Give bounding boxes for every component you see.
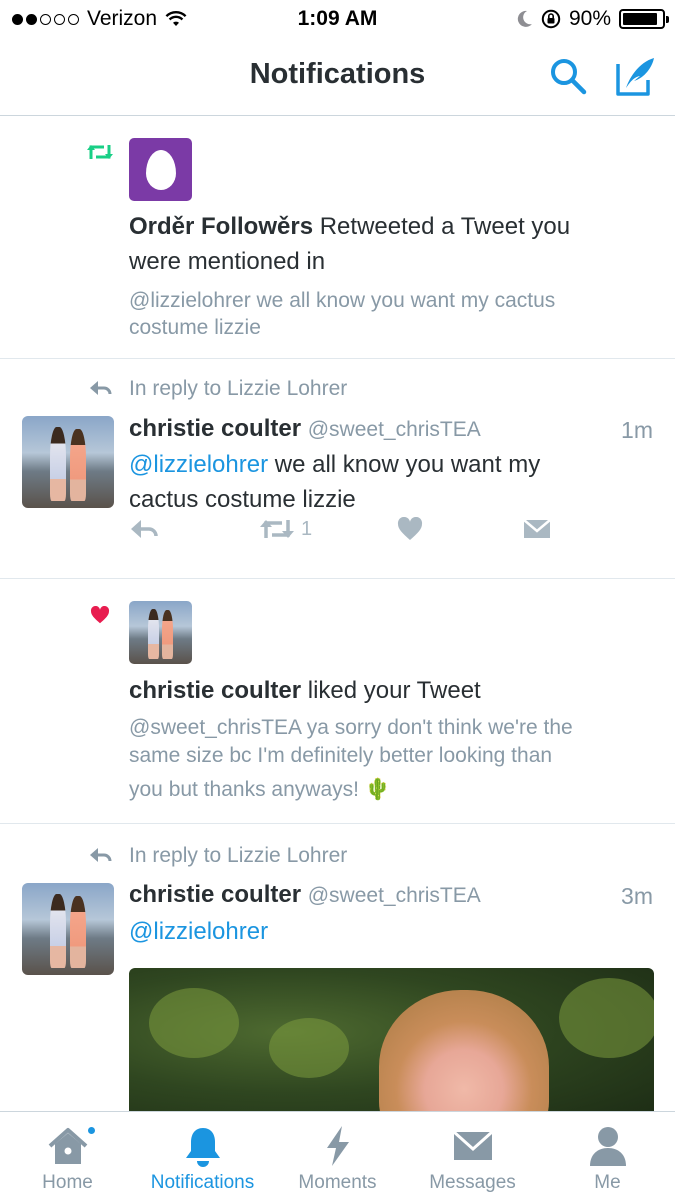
reply-arrow-icon bbox=[90, 848, 112, 862]
tab-messages[interactable]: Messages bbox=[405, 1112, 540, 1200]
tab-label: Me bbox=[594, 1172, 621, 1193]
tab-moments[interactable]: Moments bbox=[270, 1112, 405, 1200]
tweet-timestamp: 3m bbox=[621, 883, 653, 909]
notifications-feed[interactable]: Orděr Followěrs Retweeted a Tweet you we… bbox=[0, 117, 675, 1111]
notification-title: Orděr Followěrs Retweeted a Tweet you bbox=[129, 213, 570, 241]
action-text: liked your Tweet bbox=[307, 677, 481, 704]
retweet-button[interactable]: 1 bbox=[259, 517, 312, 541]
person-icon bbox=[589, 1127, 626, 1166]
action-text-line-2: were mentioned in bbox=[129, 248, 326, 275]
in-reply-to-label[interactable]: In reply to Lizzie Lohrer bbox=[129, 377, 347, 401]
tab-label: Moments bbox=[298, 1172, 377, 1193]
reply-icon bbox=[131, 520, 158, 538]
tab-label: Notifications bbox=[150, 1172, 255, 1193]
tab-bar: Home Notifications Moments Messages Me bbox=[0, 1111, 675, 1200]
notification-title: christie coulter liked your Tweet bbox=[129, 677, 481, 705]
direct-message-button[interactable] bbox=[523, 518, 551, 540]
rotation-lock-icon bbox=[541, 9, 561, 29]
retweet-icon bbox=[87, 145, 113, 159]
avatar[interactable] bbox=[22, 416, 114, 508]
tweet-header: christie coulter @sweet_chrisTEA bbox=[129, 415, 481, 443]
battery-percent: 90% bbox=[568, 7, 611, 30]
mention-link[interactable]: @lizzielohrer bbox=[129, 918, 268, 946]
in-reply-to-label[interactable]: In reply to Lizzie Lohrer bbox=[129, 844, 347, 868]
envelope-icon bbox=[452, 1130, 493, 1160]
tweet-reply[interactable]: In reply to Lizzie Lohrer christie coult… bbox=[0, 359, 675, 579]
status-right: 90% bbox=[517, 7, 669, 31]
author-name[interactable]: christie coulter bbox=[129, 881, 301, 908]
compose-tweet-icon[interactable] bbox=[614, 54, 658, 98]
reply-button[interactable] bbox=[129, 518, 159, 540]
notification-like[interactable]: christie coulter liked your Tweet @sweet… bbox=[0, 579, 675, 824]
tweet-reply[interactable]: In reply to Lizzie Lohrer christie coult… bbox=[0, 824, 675, 1111]
tweet-header: christie coulter @sweet_chrisTEA bbox=[129, 881, 481, 909]
heart-icon bbox=[90, 606, 110, 624]
tweet-preview-line: same size bc I'm definitely better looki… bbox=[129, 744, 553, 767]
avatar-default-egg[interactable] bbox=[129, 138, 192, 201]
search-icon[interactable] bbox=[548, 56, 588, 96]
author-handle[interactable]: @sweet_chrisTEA bbox=[308, 884, 481, 907]
author-name[interactable]: christie coulter bbox=[129, 415, 301, 442]
action-text: Retweeted a Tweet you bbox=[319, 213, 571, 240]
reply-arrow-icon bbox=[90, 381, 112, 395]
tweet-preview-line: @lizzielohrer we all know you want my ca… bbox=[129, 289, 556, 312]
tweet-text-line: @lizzielohrer we all know you want my bbox=[129, 451, 540, 479]
tab-me[interactable]: Me bbox=[540, 1112, 675, 1200]
mention-link[interactable]: @lizzielohrer bbox=[129, 451, 268, 478]
notification-retweet[interactable]: Orděr Followěrs Retweeted a Tweet you we… bbox=[0, 117, 675, 359]
bell-icon bbox=[185, 1128, 220, 1167]
battery-icon bbox=[619, 9, 669, 29]
tweet-timestamp: 1m bbox=[621, 417, 653, 443]
tweet-preview-line: @sweet_chrisTEA ya sorry don't think we'… bbox=[129, 716, 573, 739]
home-icon bbox=[48, 1128, 87, 1164]
heart-icon bbox=[397, 517, 423, 540]
tweet-text: we all know you want my bbox=[268, 451, 541, 478]
like-button[interactable] bbox=[397, 517, 423, 541]
tab-label: Messages bbox=[429, 1172, 516, 1193]
status-bar: Verizon 1:09 AM 90% bbox=[0, 0, 675, 38]
nav-bar: Notifications bbox=[0, 38, 675, 116]
tweet-preview-line: you but thanks anyways! 🌵 bbox=[129, 778, 391, 801]
actor-name[interactable]: christie coulter bbox=[129, 677, 301, 704]
tab-notifications[interactable]: Notifications bbox=[135, 1112, 270, 1200]
lightning-icon bbox=[326, 1126, 349, 1166]
tweet-preview-line: costume lizzie bbox=[129, 316, 261, 339]
avatar[interactable] bbox=[129, 601, 192, 664]
retweet-count: 1 bbox=[301, 517, 313, 540]
moon-icon bbox=[517, 10, 532, 27]
tweet-media-gif[interactable] bbox=[129, 968, 654, 1111]
envelope-icon bbox=[523, 519, 551, 538]
retweet-icon bbox=[260, 520, 294, 538]
tab-home[interactable]: Home bbox=[0, 1112, 135, 1200]
avatar[interactable] bbox=[22, 883, 114, 975]
tweet-text-line: cactus costume lizzie bbox=[129, 486, 356, 513]
tab-label: Home bbox=[42, 1172, 93, 1193]
actor-name[interactable]: Orděr Followěrs bbox=[129, 213, 313, 240]
home-badge-dot bbox=[86, 1125, 97, 1136]
author-handle[interactable]: @sweet_chrisTEA bbox=[308, 418, 481, 441]
